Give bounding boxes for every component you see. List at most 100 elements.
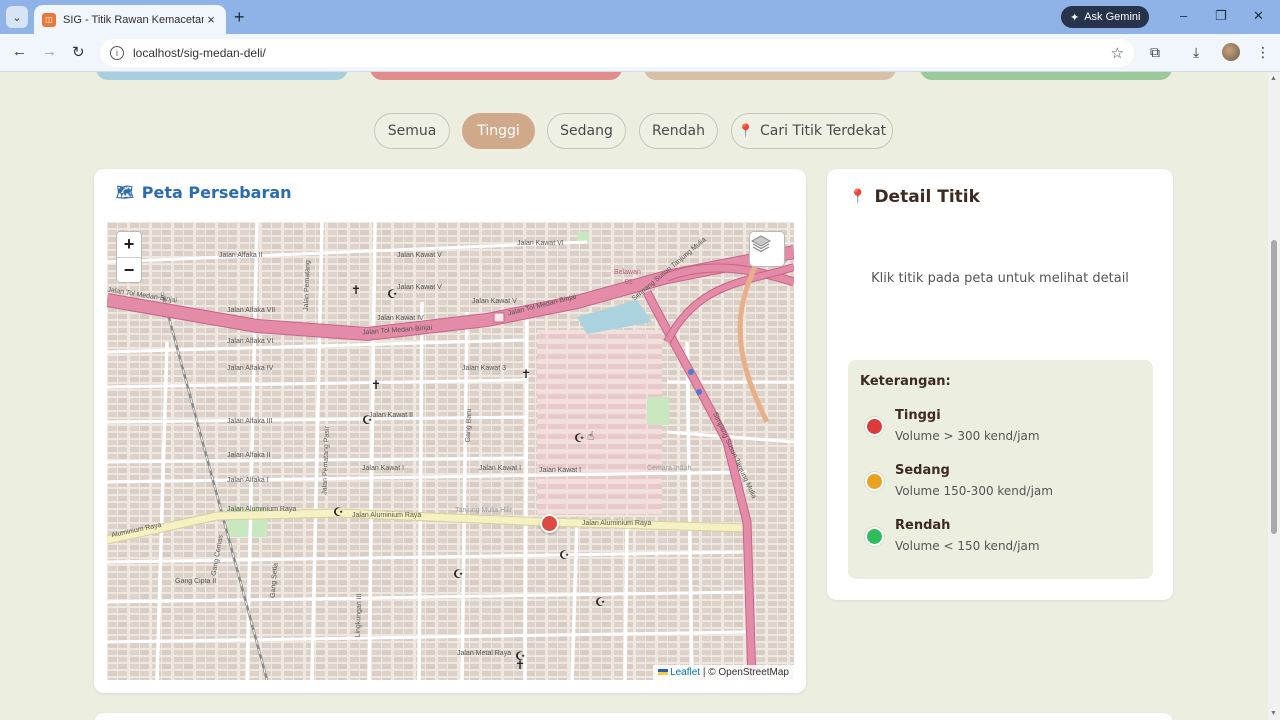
map-card-title-text: Peta Persebaran [141, 183, 292, 202]
layers-icon [750, 235, 772, 253]
nearest-point-button[interactable]: 📍 Cari Titik Terdekat [731, 113, 893, 149]
tab-close-icon[interactable]: × [204, 12, 218, 27]
map-label: Jalan Kawat V [397, 284, 442, 291]
map-label: Jalan Alfaka II [219, 252, 263, 259]
map-label: Jalan Kawat I [362, 465, 405, 472]
map-label: Jalan Kawat V [397, 252, 442, 259]
legend-name: Tinggi [895, 408, 941, 423]
svg-text:✝: ✝ [351, 283, 361, 297]
svg-text:☪: ☪ [515, 649, 526, 663]
svg-text:✝: ✝ [521, 367, 531, 381]
profile-avatar[interactable] [1222, 43, 1240, 61]
legend-dot-green [865, 527, 884, 546]
stat-card-rendah [920, 72, 1172, 80]
restore-button[interactable]: ❐ [1215, 8, 1227, 24]
map-label: Jalan Aluminium Raya [352, 512, 422, 519]
leaflet-map[interactable]: ✝ ✝ ✝ ✝ ☪ ☪ ☪ ☪ ☪ ☪ ☪ ☪ ☝ Jalan Alfaka I… [107, 222, 794, 680]
legend-desc: Volume > 300 kend/jam [895, 429, 1040, 443]
map-label: Belawan [614, 269, 641, 276]
map-label: Jalan Kawat II [369, 412, 413, 419]
bookmark-star-icon[interactable]: ☆ [1111, 44, 1124, 62]
map-label: Jalan Alfaka VII [227, 307, 276, 314]
chevron-down-icon: ⌄ [12, 11, 22, 24]
browser-tab-strip: ⌄ ◫ SIG - Titik Rawan Kemacetan Ko × + ✦… [0, 0, 1280, 34]
map-label: Jalan Kawat 3 [462, 365, 506, 372]
zoom-in-button[interactable]: + [117, 232, 141, 257]
legend-desc: Volume < 150 kend/jam [895, 539, 1040, 553]
map-card: 🗺 Peta Persebaran ✝ ✝ ✝ ✝ ☪ ☪ ☪ ☪ ☪ ☪ ☪ … [94, 169, 806, 693]
congestion-point-marker[interactable] [540, 514, 559, 533]
url-text: localhost/sig-medan-deli/ [133, 46, 266, 60]
minimize-button[interactable]: – [1180, 8, 1187, 23]
site-info-icon[interactable]: i [110, 46, 124, 60]
browser-tab[interactable]: ◫ SIG - Titik Rawan Kemacetan Ko × [34, 5, 226, 34]
scroll-down-icon[interactable]: ▼ [1270, 710, 1277, 717]
browser-toolbar: ← → ↻ i localhost/sig-medan-deli/ ☆ ⧉ ⤓ … [0, 34, 1280, 72]
map-label: Jalan Alfaka II [227, 452, 271, 459]
ask-gemini-button[interactable]: ✦ Ask Gemini [1061, 6, 1150, 28]
next-section-card [94, 713, 1173, 720]
page-scrollbar[interactable]: ▲ ▼ [1268, 72, 1280, 720]
map-label: Jalan Metal Raya [457, 650, 512, 657]
layers-button[interactable] [749, 231, 785, 267]
nearest-point-label: Cari Titik Terdekat [760, 123, 887, 139]
new-tab-button[interactable]: + [234, 7, 245, 27]
map-label: Jalan Kawat I [539, 467, 582, 474]
osm-attribution: | © OpenStreetMap [702, 667, 789, 678]
detail-card: 📍 Detail Titik Klik titik pada peta untu… [827, 169, 1173, 600]
detail-card-title: 📍 Detail Titik [849, 187, 980, 207]
svg-text:✝: ✝ [371, 378, 381, 392]
ukraine-flag-icon [658, 669, 669, 675]
legend-desc: Volume 150-300 kend/jam [895, 484, 1053, 498]
kebab-menu-icon[interactable]: ⋮ [1256, 44, 1270, 61]
download-icon[interactable]: ⤓ [1193, 44, 1199, 61]
map-label: Gang Cipta II [175, 578, 217, 585]
legend-dot-red [865, 417, 884, 436]
legend-title: Keterangan: [860, 374, 951, 389]
pin-icon: 📍 [849, 189, 867, 205]
extensions-icon[interactable]: ⧉ [1150, 44, 1160, 61]
scrollbar-thumb[interactable] [1271, 240, 1277, 534]
svg-text:☪: ☪ [333, 505, 344, 519]
legend-panel: Keterangan: Tinggi Volume > 300 kend/jam… [848, 360, 1153, 579]
close-window-button[interactable]: ✕ [1253, 8, 1264, 24]
map-label: Cemara Indah [647, 465, 692, 472]
map-card-title: 🗺 Peta Persebaran [116, 183, 292, 202]
filter-sedang-button[interactable]: Sedang [547, 113, 626, 149]
filter-rendah-button[interactable]: Rendah [639, 113, 718, 149]
tab-search-button[interactable]: ⌄ [6, 6, 28, 28]
zoom-control: + − [116, 231, 142, 283]
map-label: Jalan Alfaka VI [227, 338, 274, 345]
forward-arrow-icon[interactable]: → [42, 43, 57, 60]
map-tiles: ✝ ✝ ✝ ✝ ☪ ☪ ☪ ☪ ☪ ☪ ☪ ☪ ☝ [107, 222, 794, 680]
detail-title-text: Detail Titik [874, 187, 980, 207]
svg-text:☝: ☝ [587, 429, 594, 443]
scroll-up-icon[interactable]: ▲ [1270, 75, 1277, 82]
filter-tinggi-button[interactable]: Tinggi [462, 113, 535, 149]
zoom-out-button[interactable]: − [117, 257, 141, 282]
gemini-sparkle-icon: ✦ [1070, 11, 1080, 24]
back-arrow-icon[interactable]: ← [12, 43, 27, 60]
map-label: Gang Baru [464, 408, 474, 443]
svg-text:☪: ☪ [595, 595, 606, 609]
map-icon: 🗺 [116, 184, 134, 201]
stat-card-total [96, 72, 348, 80]
map-attribution: Leaflet | © OpenStreetMap [653, 665, 794, 680]
page-content: Semua Tinggi Sedang Rendah 📍 Cari Titik … [0, 72, 1268, 720]
legend-name: Rendah [895, 518, 951, 533]
leaflet-link[interactable]: Leaflet [670, 667, 700, 678]
map-label: Jalan Kawat I [479, 465, 522, 472]
address-bar[interactable]: i localhost/sig-medan-deli/ ☆ [100, 39, 1134, 67]
map-label: Jalan Alfaka IV [227, 365, 274, 372]
ask-gemini-label: Ask Gemini [1084, 11, 1141, 23]
legend-name: Sedang [895, 463, 950, 478]
site-favicon-icon: ◫ [42, 12, 56, 27]
reload-icon[interactable]: ↻ [72, 43, 85, 61]
stat-card-sedang [644, 72, 896, 80]
map-label: Jalan Aluminium Raya [582, 520, 652, 527]
map-label: Tanjung Mulia Hilir [455, 507, 513, 514]
pin-icon: 📍 [737, 123, 755, 139]
tab-title: SIG - Titik Rawan Kemacetan Ko [63, 13, 204, 26]
filter-semua-button[interactable]: Semua [374, 113, 450, 149]
svg-text:☪: ☪ [574, 431, 585, 445]
